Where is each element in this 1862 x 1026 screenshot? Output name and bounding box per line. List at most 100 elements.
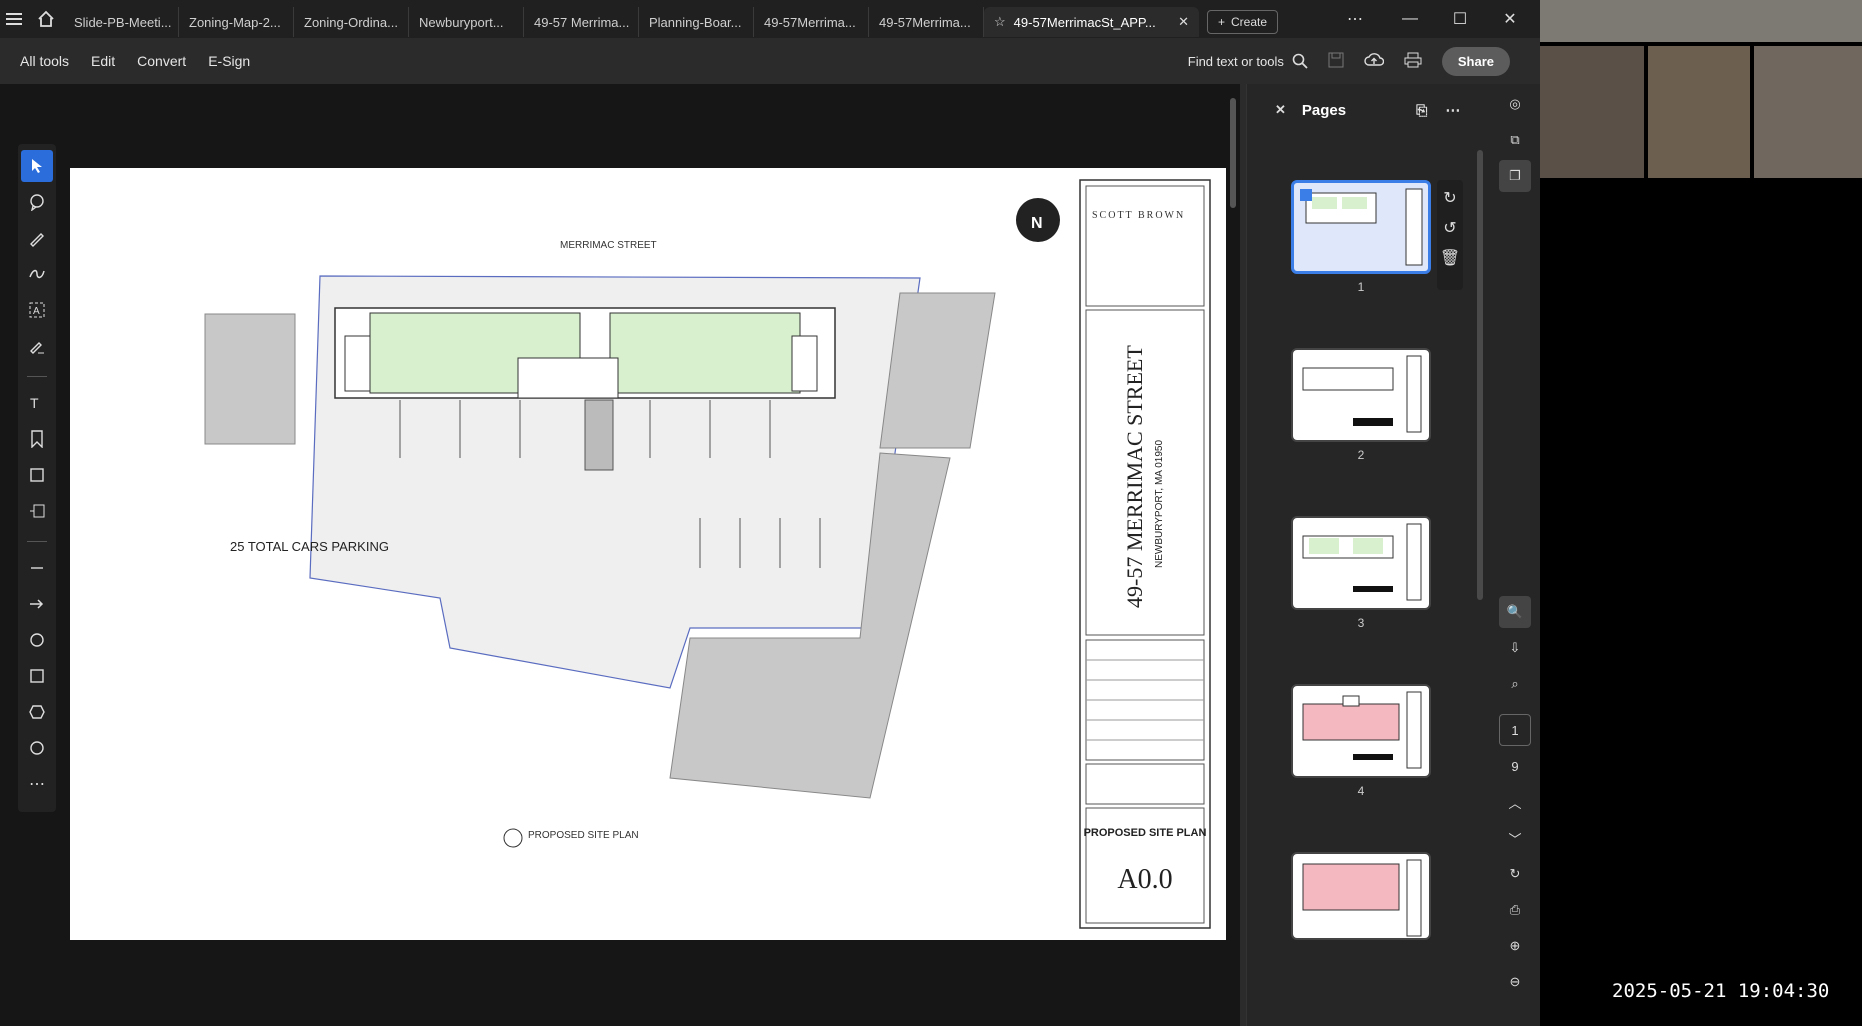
esign-menu[interactable]: E-Sign	[208, 53, 250, 69]
rotate-clockwise-icon[interactable]: ↻	[1443, 188, 1456, 208]
tab-active[interactable]: ☆ 49-57MerrimacSt_APP... ✕	[984, 7, 1199, 37]
page-thumbnail[interactable]	[1291, 852, 1431, 940]
fill-sign-icon[interactable]	[21, 330, 53, 362]
bookmark-icon[interactable]	[21, 423, 53, 455]
current-page-box[interactable]: 1	[1499, 714, 1531, 746]
tab-label: Zoning-Map-2...	[189, 14, 281, 30]
crop-icon[interactable]	[21, 459, 53, 491]
rotate-counterclockwise-icon[interactable]: ↺	[1443, 218, 1456, 238]
edit-menu[interactable]: Edit	[91, 53, 115, 69]
rectangle-icon[interactable]	[21, 660, 53, 692]
all-tools-menu[interactable]: All tools	[20, 53, 69, 69]
create-button[interactable]: + Create	[1207, 10, 1279, 34]
tab[interactable]: 49-57 Merrima...	[524, 7, 639, 37]
total-pages: 9	[1499, 750, 1531, 782]
convert-menu[interactable]: Convert	[137, 53, 186, 69]
tab-label: 49-57MerrimacSt_APP...	[1013, 14, 1156, 30]
sheet-number: A0.0	[1117, 864, 1172, 895]
more-options-icon[interactable]: ⋯	[1330, 0, 1380, 38]
select-pointer-icon[interactable]	[21, 150, 53, 182]
pages-scrollbar-thumb[interactable]	[1477, 150, 1483, 600]
pages-pane: ✕ Pages ⎘ ⋯ 1 2 3 4 ↻ ↺ 🗑	[1246, 84, 1490, 1026]
more-tools-icon[interactable]: ⋯	[21, 768, 53, 800]
svg-text:T: T	[30, 395, 39, 411]
current-page-number: 1	[1511, 722, 1519, 738]
circle-icon[interactable]	[21, 624, 53, 656]
pages-panel-icon[interactable]: ❐	[1499, 160, 1531, 192]
thumbnail-actions: ↻ ↺ 🗑	[1437, 180, 1463, 290]
star-icon[interactable]: ☆	[994, 14, 1006, 30]
timestamp: 2025-05-21 19:04:30	[1612, 980, 1830, 1002]
camera-feed-left	[1540, 46, 1644, 178]
save-page-icon[interactable]: ⎙	[1499, 894, 1531, 926]
freehand-draw-icon[interactable]	[21, 258, 53, 290]
right-rail: ◎ ⧉ ❐ 🔍 ⇩ ⌕ 1 9 ︿ ﹀ ↻ ⎙ ⊕ ⊖	[1490, 84, 1540, 1026]
tab[interactable]: Zoning-Ordina...	[294, 7, 409, 37]
tab-label: Slide-PB-Meeti...	[74, 14, 172, 30]
page-number-label: 2	[1357, 448, 1365, 462]
close-window-icon[interactable]: ✕	[1485, 0, 1535, 38]
street-label: MERRIMAC STREET	[560, 240, 657, 251]
tab[interactable]: 49-57Merrima...	[869, 7, 984, 37]
insert-page-icon[interactable]: ⎘	[1416, 102, 1427, 119]
tab[interactable]: 49-57Merrima...	[754, 7, 869, 37]
page-thumbnail[interactable]	[1291, 516, 1431, 610]
refresh-icon[interactable]: ↻	[1499, 858, 1531, 890]
highlight-pen-icon[interactable]	[21, 222, 53, 254]
hamburger-menu-icon[interactable]	[0, 0, 28, 38]
scan-enhance-icon[interactable]: ⌕	[1499, 668, 1531, 700]
export-pdf-icon[interactable]: ⇩	[1499, 632, 1531, 664]
arrow-icon[interactable]	[21, 588, 53, 620]
left-tool-strip: A T ⋯	[18, 144, 56, 812]
add-text-icon[interactable]: T	[21, 387, 53, 419]
project-info-box	[1085, 763, 1205, 805]
page-thumbnail[interactable]	[1291, 684, 1431, 778]
bookmarks-panel-icon[interactable]: ⧉	[1499, 124, 1531, 156]
find-tools[interactable]: Find text or tools	[1188, 53, 1308, 69]
room-camera-strip	[1540, 0, 1862, 42]
create-label: Create	[1231, 15, 1268, 29]
print-icon[interactable]	[1404, 52, 1422, 71]
project-title: 49-57 MERRIMAC STREET	[1122, 345, 1147, 608]
close-pane-icon[interactable]: ✕	[1275, 102, 1286, 118]
tab[interactable]: Newburyport...	[409, 7, 524, 37]
close-tab-icon[interactable]: ✕	[1178, 14, 1189, 30]
plan-caption: PROPOSED SITE PLAN	[528, 830, 639, 841]
ai-assistant-icon[interactable]: ◎	[1499, 88, 1531, 120]
delete-page-icon[interactable]: 🗑	[1440, 248, 1460, 268]
page-number-label: 4	[1357, 784, 1365, 798]
maximize-icon[interactable]: ☐	[1435, 0, 1485, 38]
site-plan-drawing: N MERRIMAC STREET 25 TOTAL CARS PARKING …	[204, 179, 1211, 929]
sheet-title: PROPOSED SITE PLAN	[1084, 827, 1207, 839]
pages-more-icon[interactable]: ⋯	[1445, 101, 1460, 119]
tab[interactable]: Slide-PB-Meeti...	[64, 7, 179, 37]
tab[interactable]: Planning-Boar...	[639, 7, 754, 37]
home-icon[interactable]	[28, 0, 64, 38]
tab[interactable]: Zoning-Map-2...	[179, 7, 294, 37]
pages-scrollbar[interactable]	[1477, 140, 1485, 940]
camera-feed-center	[1648, 46, 1750, 178]
page-down-icon[interactable]: ﹀	[1499, 822, 1531, 854]
zoom-in-icon[interactable]: ⊕	[1499, 930, 1531, 962]
line-icon[interactable]	[21, 552, 53, 584]
tab-label: 49-57Merrima...	[879, 14, 971, 30]
cloud-shape-icon[interactable]	[21, 732, 53, 764]
share-button[interactable]: Share	[1441, 46, 1510, 76]
upload-cloud-icon[interactable]	[1364, 52, 1385, 71]
scrollbar-thumb[interactable]	[1230, 98, 1236, 208]
text-recognition-icon[interactable]: A	[21, 294, 53, 326]
neighbor-building-left	[204, 313, 296, 445]
page-thumbnail[interactable]	[1291, 180, 1431, 274]
page-thumbnail[interactable]	[1291, 348, 1431, 442]
page-up-icon[interactable]: ︿	[1499, 786, 1531, 818]
hatched-walkway	[584, 399, 614, 471]
insert-text-icon[interactable]	[21, 495, 53, 527]
save-icon[interactable]	[1328, 52, 1344, 71]
tab-label: 49-57Merrima...	[764, 14, 856, 30]
find-in-page-icon[interactable]: 🔍	[1499, 596, 1531, 628]
zoom-out-icon[interactable]: ⊖	[1499, 966, 1531, 998]
comment-icon[interactable]	[21, 186, 53, 218]
polygon-icon[interactable]	[21, 696, 53, 728]
document-scrollbar[interactable]	[1228, 88, 1238, 1018]
minimize-icon[interactable]: —	[1385, 0, 1435, 38]
